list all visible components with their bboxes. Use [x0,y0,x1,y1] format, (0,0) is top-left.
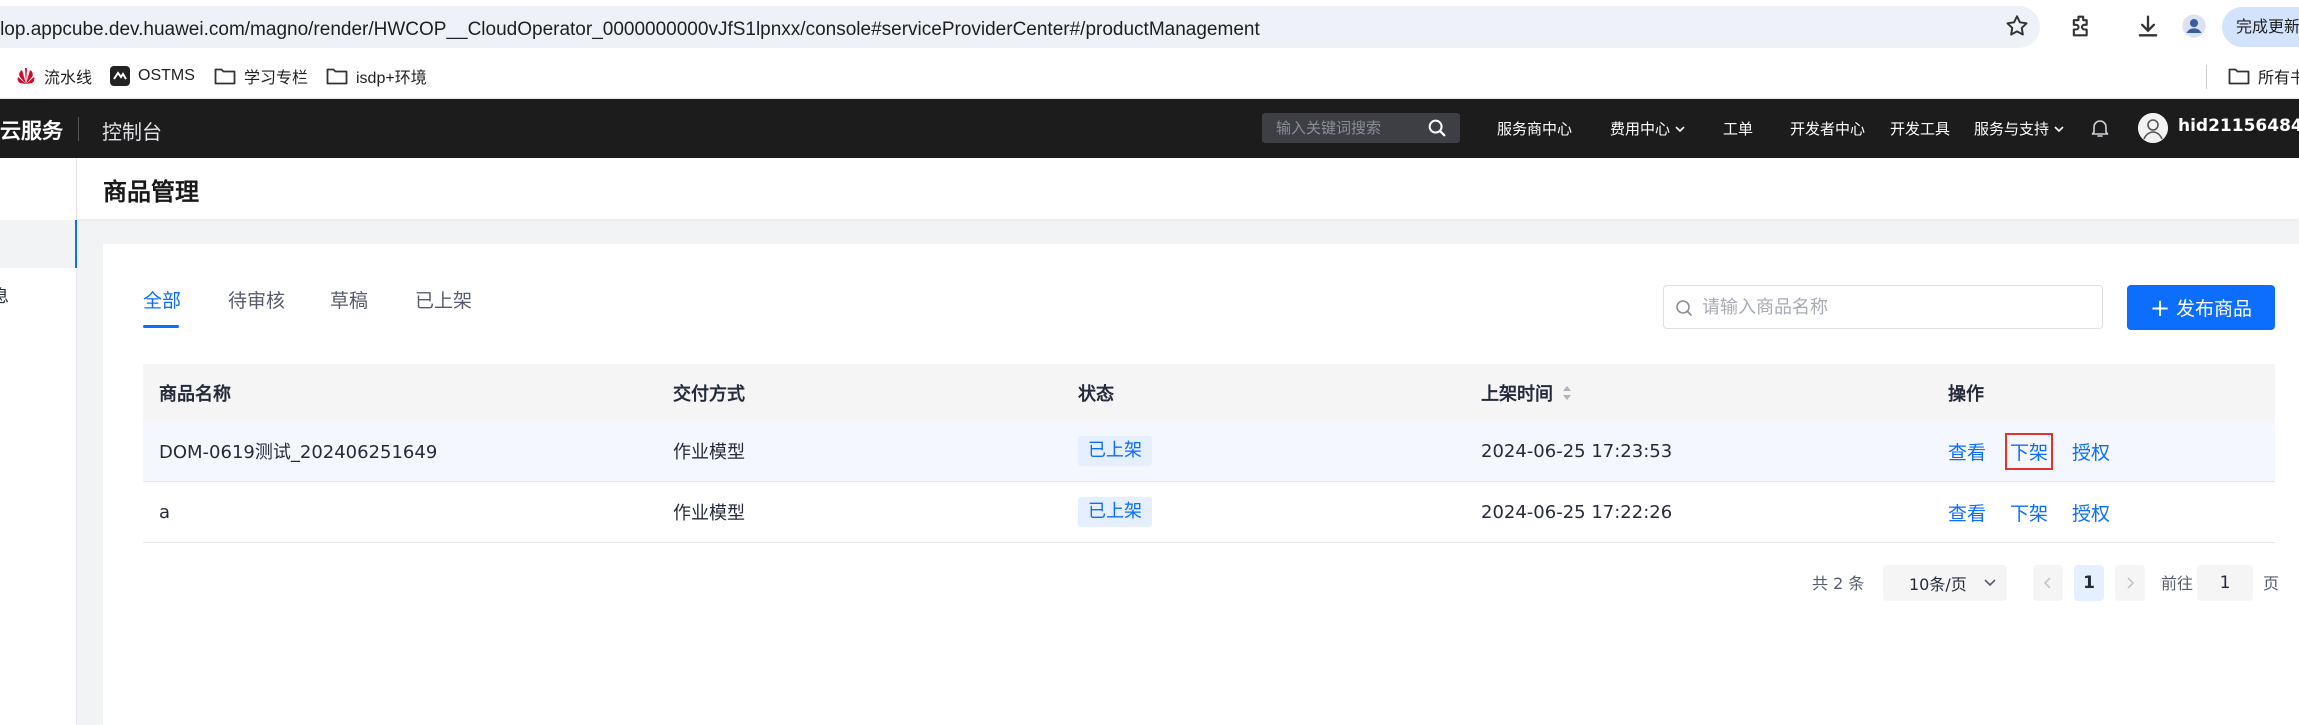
plus-icon: + [2149,293,2171,322]
column-header-name: 商品名称 [159,383,231,405]
next-page-button[interactable] [2115,565,2145,601]
sort-icon[interactable] [1561,384,1573,402]
header-search[interactable] [1262,113,1460,143]
listed-time: 2024-06-25 17:23:53 [1481,440,1673,462]
app-header: 云服务 控制台 服务商中心 费用中心 工单 开发者中心 开发工具 服务与支持 h… [0,99,2299,158]
nav-ticket[interactable]: 工单 [1723,118,1753,139]
actions-cell: 查看 下架 授权 [1948,421,2134,481]
listed-time: 2024-06-25 17:22:26 [1481,501,1673,523]
tab-active-indicator [143,325,179,328]
pagination-total: 共 2 条 [1812,574,1865,593]
status-badge: 已上架 [1078,497,1152,527]
nav-dev-tools[interactable]: 开发工具 [1890,118,1950,139]
ostms-logo-icon [110,66,130,86]
header-search-input[interactable] [1276,113,1426,143]
search-icon [1676,300,1692,316]
status-cell: 已上架 [1078,482,1152,542]
brand-name[interactable]: 云服务 [0,115,63,145]
chevron-left-icon [2043,577,2051,589]
folder-icon [326,68,348,85]
tab-pending-review[interactable]: 待审核 [228,286,285,313]
page-header: 商品管理 [77,158,2299,219]
extensions-icon[interactable] [2068,12,2096,40]
view-link[interactable]: 查看 [1948,438,1986,465]
bookmarks-bar: 流水线 OSTMS 学习专栏 isdp+环境 所有书 [0,54,2299,99]
prev-page-button[interactable] [2033,565,2063,601]
tab-draft[interactable]: 草稿 [330,286,368,313]
user-menu[interactable]: hid21156484 [2178,116,2299,136]
nav-service-provider[interactable]: 服务商中心 [1497,118,1572,139]
nav-support[interactable]: 服务与支持 [1974,118,2065,139]
user-avatar-icon [2138,113,2168,143]
product-name: a [159,501,171,523]
tab-listed[interactable]: 已上架 [415,286,472,313]
folder-icon [2228,68,2250,85]
bookmark-divider [2206,65,2207,89]
column-header-status: 状态 [1078,383,1114,405]
table-row: DOM-0619测试_202406251649 作业模型 已上架 2024-06… [143,421,2275,482]
column-header-actions: 操作 [1948,383,1984,405]
delivery-method: 作业模型 [673,503,745,524]
console-link[interactable]: 控制台 [102,116,162,145]
bookmark-ostms[interactable]: OSTMS [110,64,195,88]
product-name: DOM-0619测试_202406251649 [159,442,438,463]
bookmark-folder-isdp[interactable]: isdp+环境 [326,64,427,88]
actions-cell: 查看 下架 授权 [1948,482,2134,542]
bell-icon[interactable] [2088,116,2112,140]
bookmark-star-icon[interactable] [2004,13,2030,39]
chevron-right-icon [2127,577,2135,589]
delist-link[interactable]: 下架 [2010,499,2048,526]
sidebar: 息 [0,158,77,725]
goto-label: 前往 [2161,574,2194,593]
chevron-down-icon [1675,125,1685,132]
authorize-link[interactable]: 授权 [2072,499,2110,526]
page-title: 商品管理 [103,178,199,206]
nav-billing[interactable]: 费用中心 [1610,118,1686,139]
goto-page-input[interactable] [2197,565,2253,601]
update-button[interactable]: 完成更新 [2222,7,2299,47]
browser-toolbar: velop.appcube.dev.huawei.com/magno/rende… [0,0,2299,54]
table-row: a 作业模型 已上架 2024-06-25 17:22:26 查看 下架 授权 [143,482,2275,543]
bookmark-pipeline[interactable]: 流水线 [16,64,92,88]
view-link[interactable]: 查看 [1948,499,1986,526]
column-header-delivery: 交付方式 [673,383,745,405]
page-number-button[interactable]: 1 [2074,565,2104,601]
page-suffix-label: 页 [2263,574,2280,593]
chevron-down-icon [1984,579,1996,587]
search-icon[interactable] [1426,117,1448,139]
status-cell: 已上架 [1078,421,1152,481]
url-text[interactable]: velop.appcube.dev.huawei.com/magno/rende… [0,19,1260,41]
bookmark-all[interactable]: 所有书 [2228,64,2299,88]
download-icon[interactable] [2134,12,2162,40]
page-size-select[interactable]: 10条/页 [1883,565,2007,601]
tab-all[interactable]: 全部 [143,286,181,313]
header-divider [78,117,79,141]
delivery-method: 作业模型 [673,442,745,463]
product-search[interactable] [1663,285,2103,329]
nav-developer-center[interactable]: 开发者中心 [1790,118,1865,139]
bookmark-folder-learning[interactable]: 学习专栏 [214,64,308,88]
column-header-listed-time[interactable]: 上架时间 [1481,364,1573,421]
sidebar-item-info[interactable]: 息 [0,282,9,307]
chevron-down-icon [2054,125,2064,132]
table-header: 商品名称 交付方式 状态 上架时间 操作 [143,364,2275,421]
status-badge: 已上架 [1078,436,1152,466]
product-card: 全部 待审核 草稿 已上架 + 发布商品 商品名称 交付方式 状态 上架时间 操… [103,244,2299,725]
avatar[interactable] [2138,113,2168,143]
delist-link[interactable]: 下架 [2005,432,2054,470]
folder-icon [214,68,236,85]
product-search-input[interactable] [1702,286,2092,328]
authorize-link[interactable]: 授权 [2072,438,2110,465]
sidebar-item-active[interactable] [0,220,77,268]
address-bar[interactable]: velop.appcube.dev.huawei.com/magno/rende… [0,6,2040,48]
huawei-logo-icon [17,68,35,84]
profile-icon[interactable] [2180,12,2208,40]
publish-product-button[interactable]: + 发布商品 [2127,285,2275,330]
